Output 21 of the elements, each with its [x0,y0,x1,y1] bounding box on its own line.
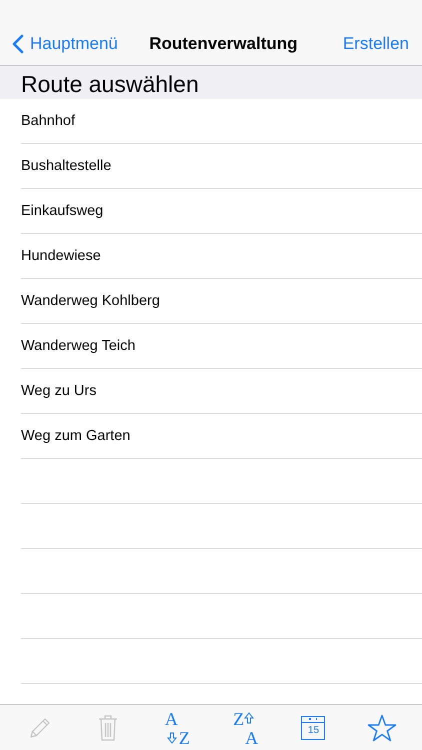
arrow-up-icon [244,712,254,724]
nav-title: Routenverwaltung [149,34,298,54]
route-item[interactable]: Weg zum Garten [21,414,422,459]
trash-icon [97,714,120,742]
back-button[interactable]: Hauptmenü [12,34,118,54]
sort-descending-button[interactable]: Z A [220,708,270,748]
route-item[interactable]: Bushaltestelle [21,144,422,189]
calendar-icon: 15 [301,716,326,740]
route-item[interactable]: Einkaufsweg [21,189,422,234]
route-item[interactable]: Wanderweg Kohlberg [21,279,422,324]
star-icon [366,714,397,742]
chevron-left-icon [12,34,24,54]
route-item[interactable]: Weg zu Urs [21,369,422,414]
sort-ascending-button[interactable]: A Z [152,708,202,748]
create-button[interactable]: Erstellen [342,34,409,54]
date-button[interactable]: 15 [288,708,338,748]
arrow-down-icon [166,732,177,744]
route-item[interactable]: Wanderweg Teich [21,324,422,369]
route-item[interactable]: Hundewiese [21,234,422,279]
section-header: Route auswählen [0,66,422,99]
route-item[interactable]: Bahnhof [21,99,422,144]
